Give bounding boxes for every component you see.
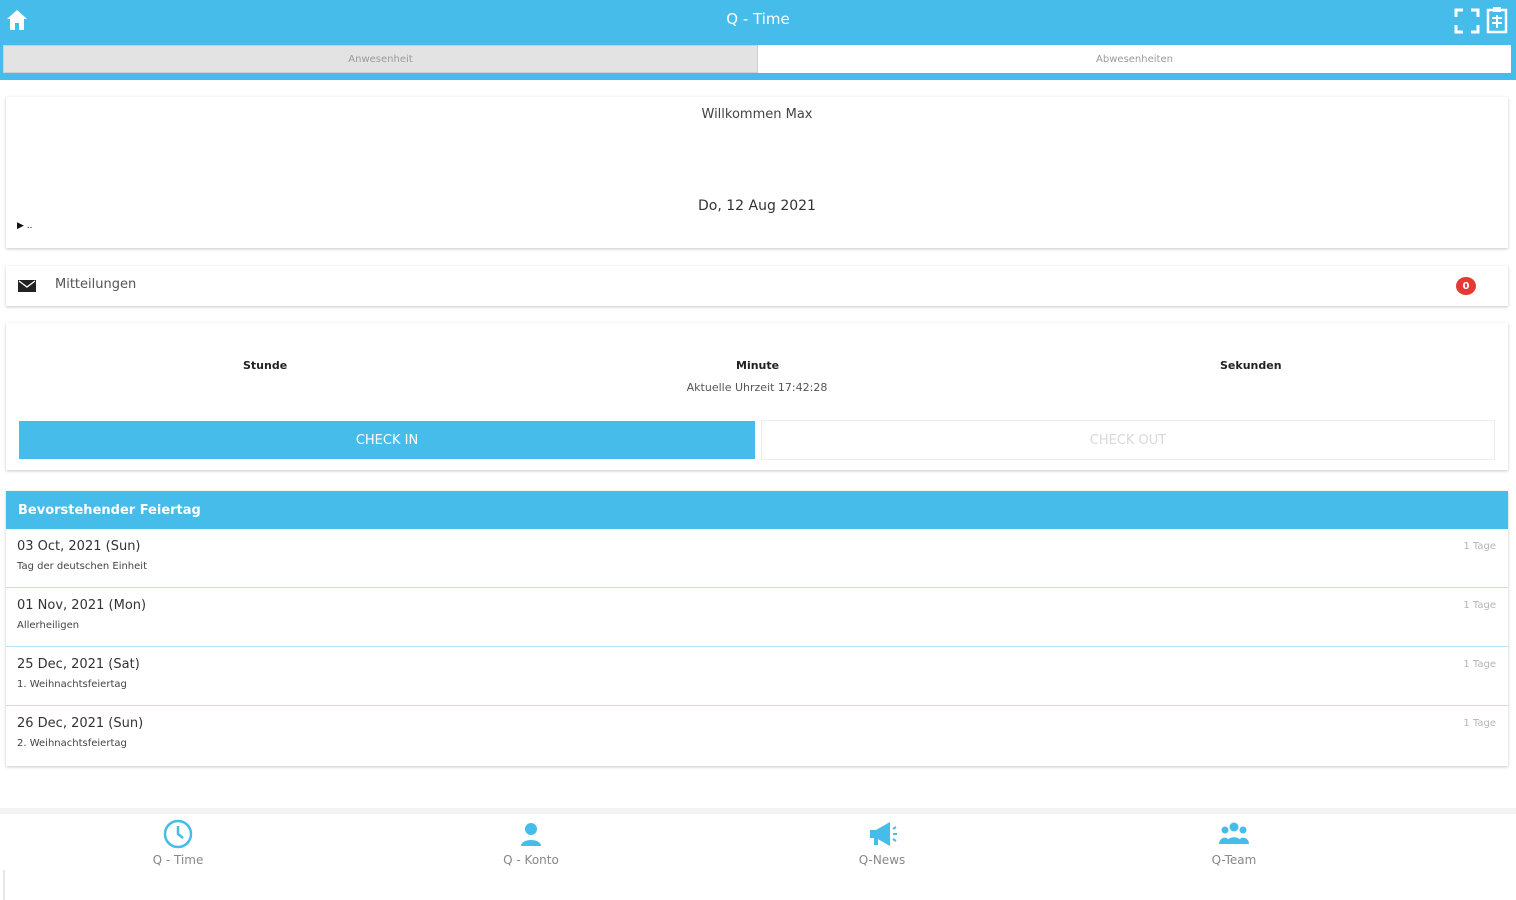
check-out-button[interactable]: CHECK OUT	[761, 420, 1495, 460]
second-label: Sekunden	[1220, 359, 1282, 372]
app-title: Q - Time	[726, 10, 790, 28]
notifications-label: Mitteilungen	[55, 277, 137, 292]
minute-label: Minute	[736, 359, 780, 372]
fullscreen-icon[interactable]	[1454, 8, 1480, 34]
left-edge-line	[3, 870, 5, 900]
holiday-name: 1. Weihnachtsfeiertag	[17, 679, 127, 690]
holidays-card: Bevorstehender Feiertag 03 Oct, 2021 (Su…	[6, 491, 1508, 766]
nav-label: Q-News	[858, 853, 906, 867]
person-icon	[521, 823, 541, 846]
bottom-navigation: Q - Time Q - Konto Q-News Q-Team	[0, 814, 1516, 900]
nav-q-team[interactable]: Q-Team	[1174, 818, 1294, 867]
welcome-greeting: Willkommen Max	[701, 107, 813, 122]
holiday-name: Allerheiligen	[17, 620, 80, 631]
megaphone-icon	[870, 822, 897, 846]
holiday-date: 25 Dec, 2021 (Sat)	[17, 657, 140, 672]
holidays-title: Bevorstehender Feiertag	[6, 491, 1508, 529]
holiday-row[interactable]: 03 Oct, 2021 (Sun) Tag der deutschen Ein…	[6, 529, 1508, 588]
hour-label: Stunde	[243, 359, 288, 372]
holiday-days: 1 Tage	[1463, 659, 1496, 670]
holiday-row[interactable]: 26 Dec, 2021 (Sun) 2. Weihnachtsfeiertag…	[6, 706, 1508, 765]
nav-label: Q-Team	[1211, 853, 1257, 867]
time-tracking-card: Stunde Minute Sekunden Aktuelle Uhrzeit …	[6, 323, 1508, 470]
nav-label: Q - Konto	[503, 853, 559, 867]
tab-anwesenheit[interactable]: Anwesenheit	[3, 45, 758, 73]
holiday-row[interactable]: 25 Dec, 2021 (Sat) 1. Weihnachtsfeiertag…	[6, 647, 1508, 706]
holiday-row[interactable]: 01 Nov, 2021 (Mon) Allerheiligen 1 Tage	[6, 588, 1508, 647]
holiday-date: 26 Dec, 2021 (Sun)	[17, 716, 144, 731]
tab-abwesenheiten[interactable]: Abwesenheiten	[758, 45, 1511, 73]
welcome-card: Willkommen Max Do, 12 Aug 2021 ▶ ..	[6, 97, 1508, 248]
nav-label: Q - Time	[152, 853, 204, 867]
clipboard-icon[interactable]	[1486, 6, 1508, 34]
tab-bar: Anwesenheit Abwesenheiten	[3, 45, 1511, 73]
clock-icon	[163, 819, 193, 849]
nav-q-konto[interactable]: Q - Konto	[471, 818, 591, 867]
check-in-button[interactable]: CHECK IN	[19, 421, 755, 459]
team-icon	[1219, 822, 1249, 844]
nav-q-time[interactable]: Q - Time	[118, 818, 238, 867]
current-date: Do, 12 Aug 2021	[698, 198, 816, 214]
mail-icon	[18, 280, 36, 292]
notifications-row[interactable]: Mitteilungen 0	[6, 266, 1508, 306]
app-header: Q - Time Anwesenheit Abwesenheiten	[0, 0, 1516, 80]
play-indicator[interactable]: ▶ ..	[17, 221, 33, 231]
holiday-date: 03 Oct, 2021 (Sun)	[17, 539, 141, 554]
nav-q-news[interactable]: Q-News	[822, 818, 942, 867]
holiday-name: Tag der deutschen Einheit	[17, 561, 147, 572]
holiday-name: 2. Weihnachtsfeiertag	[17, 738, 127, 749]
holiday-date: 01 Nov, 2021 (Mon)	[17, 598, 147, 613]
current-time: Aktuelle Uhrzeit 17:42:28	[686, 381, 828, 394]
holiday-days: 1 Tage	[1463, 600, 1496, 611]
notification-count-badge: 0	[1456, 277, 1476, 295]
holiday-days: 1 Tage	[1463, 718, 1496, 729]
holiday-days: 1 Tage	[1463, 541, 1496, 552]
